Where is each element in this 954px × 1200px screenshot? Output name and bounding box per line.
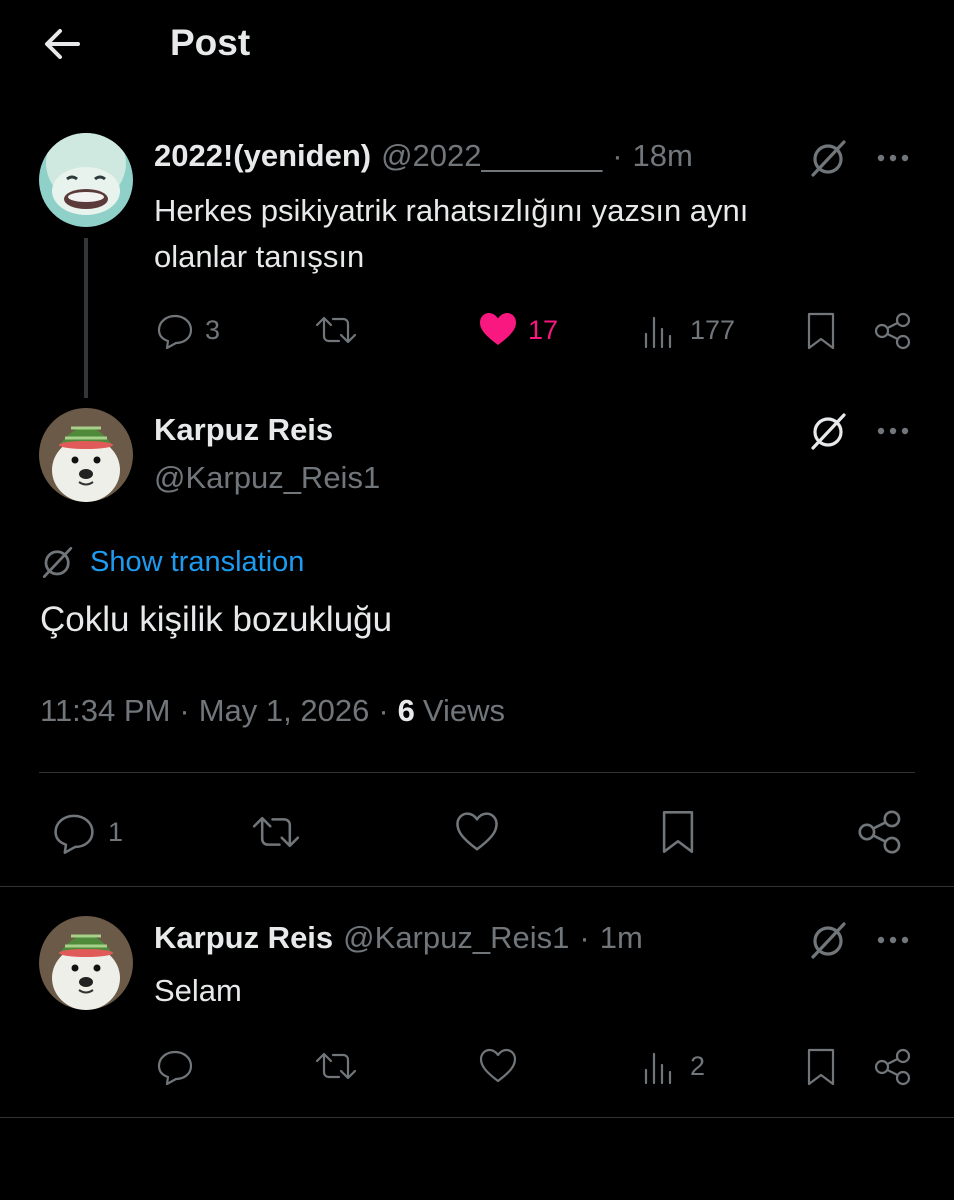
repost-button[interactable] bbox=[313, 310, 359, 350]
repost-icon bbox=[315, 316, 357, 344]
reply-icon bbox=[157, 314, 193, 350]
views-label: Views bbox=[422, 693, 506, 728]
like-button[interactable] bbox=[453, 809, 501, 855]
views-count: 177 bbox=[690, 314, 736, 345]
more-dots-icon bbox=[877, 154, 909, 162]
display-name[interactable]: Karpuz Reis bbox=[154, 412, 333, 448]
post-timestamp: 11:34 PM · May 1, 2026 · 6 Views bbox=[40, 693, 505, 729]
grok-button[interactable] bbox=[808, 410, 850, 452]
bookmark-button[interactable] bbox=[802, 1046, 840, 1088]
bookmark-button[interactable] bbox=[802, 310, 840, 352]
avatar[interactable] bbox=[39, 133, 133, 227]
handle[interactable]: @2022_______ bbox=[381, 138, 602, 174]
avatar[interactable] bbox=[39, 408, 133, 502]
separator: · bbox=[579, 920, 590, 955]
show-translation-link[interactable]: Show translation bbox=[40, 544, 304, 580]
bookmark-icon bbox=[807, 312, 835, 350]
bookmark-button[interactable] bbox=[656, 807, 700, 857]
beluga-avatar-image bbox=[39, 133, 133, 227]
post-time[interactable]: 11:34 PM bbox=[40, 693, 170, 729]
repost-button[interactable] bbox=[248, 809, 304, 855]
dog-watermelon-avatar-image bbox=[39, 408, 133, 502]
more-dots-icon bbox=[877, 427, 909, 435]
grok-icon bbox=[811, 413, 846, 450]
divider bbox=[39, 772, 915, 773]
handle[interactable]: @Karpuz_Reis1 bbox=[154, 460, 380, 496]
thread-line bbox=[84, 238, 88, 398]
arrow-left-icon bbox=[45, 29, 80, 59]
separator: · bbox=[612, 138, 623, 173]
post-text-line: olanlar tanışsın bbox=[154, 239, 365, 274]
reply-count: 3 bbox=[205, 314, 221, 345]
grok-icon bbox=[811, 922, 846, 959]
dog-watermelon-avatar-image bbox=[39, 916, 133, 1010]
share-button[interactable] bbox=[872, 310, 914, 352]
reply-button[interactable]: 1 bbox=[50, 809, 123, 855]
reply-button[interactable] bbox=[155, 1046, 195, 1086]
grok-icon bbox=[811, 140, 846, 177]
post-text: Çoklu kişilik bozukluğu bbox=[40, 600, 393, 639]
like-button[interactable] bbox=[478, 1046, 518, 1086]
more-button[interactable] bbox=[872, 140, 914, 176]
share-button[interactable] bbox=[855, 807, 905, 857]
share-icon bbox=[858, 810, 901, 854]
repost-button[interactable] bbox=[313, 1046, 359, 1086]
heart-icon bbox=[479, 1048, 517, 1083]
handle[interactable]: @Karpuz_Reis1 bbox=[343, 920, 569, 956]
share-icon bbox=[874, 312, 911, 350]
back-button[interactable] bbox=[38, 20, 86, 68]
grok-icon bbox=[42, 546, 73, 578]
page-title: Post bbox=[170, 22, 251, 63]
reply-icon bbox=[157, 1050, 193, 1086]
share-icon bbox=[874, 1048, 911, 1086]
heart-icon bbox=[456, 812, 498, 851]
divider bbox=[0, 886, 954, 887]
reply-count: 1 bbox=[108, 816, 124, 847]
bookmark-icon bbox=[807, 1048, 835, 1086]
separator: · bbox=[179, 693, 190, 728]
reply-icon bbox=[54, 814, 94, 854]
views-count: 2 bbox=[690, 1050, 706, 1081]
repost-icon bbox=[315, 1052, 357, 1080]
like-count: 17 bbox=[528, 314, 559, 345]
post-text: Selam bbox=[154, 973, 242, 1008]
more-dots-icon bbox=[877, 936, 909, 944]
reply-button[interactable]: 3 bbox=[155, 310, 220, 350]
post-date[interactable]: May 1, 2026 bbox=[199, 693, 370, 729]
show-translation-label[interactable]: Show translation bbox=[90, 546, 304, 579]
display-name[interactable]: 2022!(yeniden) bbox=[154, 138, 371, 174]
repost-icon bbox=[252, 816, 300, 848]
post-text: Herkes psikiyatrik rahatsızlığını yazsın… bbox=[154, 188, 874, 280]
display-name[interactable]: Karpuz Reis bbox=[154, 920, 333, 956]
more-button[interactable] bbox=[872, 922, 914, 958]
grok-button[interactable] bbox=[808, 137, 850, 179]
divider bbox=[0, 1117, 954, 1118]
views-count: 6 bbox=[397, 693, 415, 728]
reply-post-header: Karpuz Reis @Karpuz_Reis1 · 1m bbox=[154, 920, 643, 956]
post-time[interactable]: 18m bbox=[633, 138, 693, 174]
more-button[interactable] bbox=[872, 413, 914, 449]
heart-filled-icon bbox=[480, 313, 516, 345]
views-button[interactable]: 2 bbox=[640, 1046, 705, 1086]
grok-button[interactable] bbox=[808, 919, 850, 961]
avatar[interactable] bbox=[39, 916, 133, 1010]
views-stat[interactable]: 6 Views bbox=[398, 693, 505, 729]
analytics-icon bbox=[644, 1052, 672, 1085]
share-button[interactable] bbox=[872, 1046, 914, 1088]
post-time[interactable]: 1m bbox=[600, 920, 643, 956]
parent-post-header: 2022!(yeniden) @2022_______ · 18m bbox=[154, 138, 693, 174]
views-button[interactable]: 177 bbox=[640, 310, 735, 350]
like-button[interactable]: 17 bbox=[478, 310, 558, 350]
post-text-line: Herkes psikiyatrik rahatsızlığını yazsın… bbox=[154, 193, 749, 228]
analytics-icon bbox=[644, 316, 672, 349]
bookmark-icon bbox=[662, 811, 694, 853]
separator: · bbox=[378, 693, 389, 728]
